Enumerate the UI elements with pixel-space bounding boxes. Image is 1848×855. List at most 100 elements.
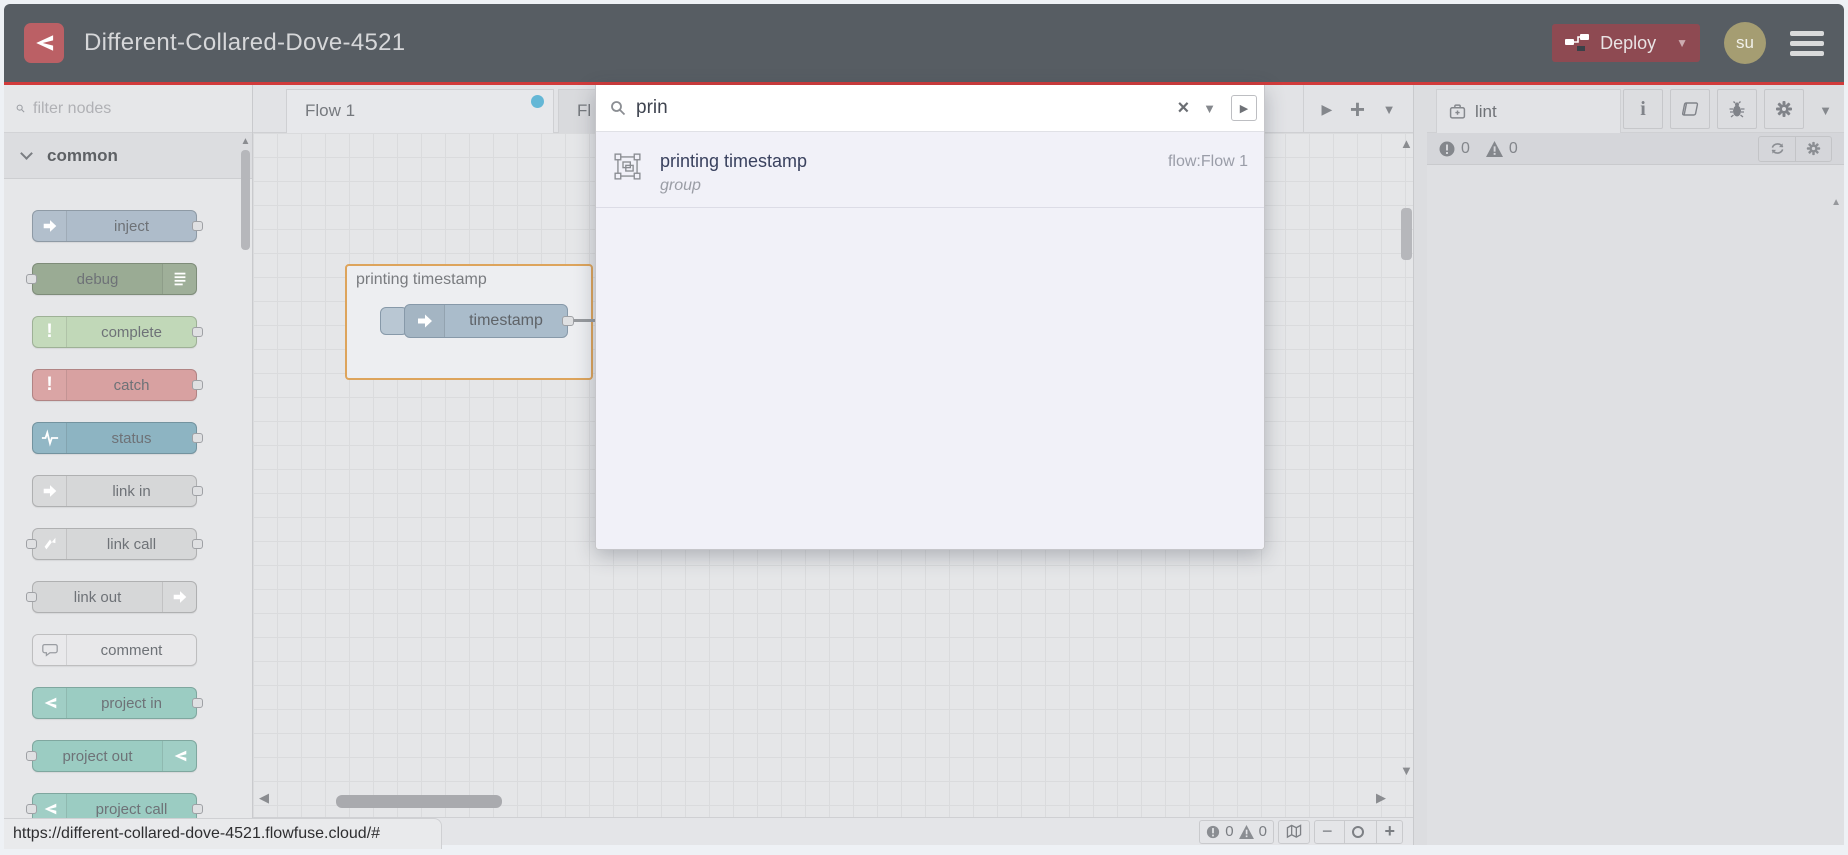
error-icon — [1207, 825, 1220, 838]
main-menu-icon[interactable] — [1790, 30, 1824, 56]
scroll-up-icon[interactable]: ▲ — [1400, 136, 1413, 151]
scrollbar-thumb[interactable] — [241, 150, 250, 250]
palette-scrollbar[interactable]: ▲ ▼ — [239, 134, 252, 845]
zoom-reset-button[interactable] — [1344, 820, 1371, 843]
warning-icon — [1238, 824, 1254, 839]
comment-bubble-icon — [33, 635, 67, 665]
user-avatar[interactable]: su — [1724, 22, 1766, 64]
search-icon — [16, 104, 25, 113]
help-button[interactable] — [1670, 89, 1710, 129]
node-port — [192, 698, 203, 708]
sidebar-tab-lint[interactable]: lint — [1436, 89, 1621, 133]
palette-filter-input[interactable] — [33, 99, 240, 118]
node-output-port[interactable] — [562, 316, 574, 326]
modified-dot — [531, 95, 544, 108]
search-dialog: × ▼ ▶ printing timestamp group flow:Flow… — [595, 85, 1265, 550]
scroll-down-icon[interactable]: ▼ — [1400, 763, 1413, 778]
gear-icon — [1776, 101, 1792, 117]
node-port — [192, 804, 203, 814]
info-icon: i — [1640, 97, 1646, 120]
tabbar-controls: ▶ + ▼ — [1303, 85, 1413, 133]
palette-node-project-out[interactable]: project out — [26, 740, 197, 772]
lint-kit-icon — [1449, 104, 1466, 119]
flowfuse-icon — [162, 741, 196, 771]
browser-status-url: https://different-collared-dove-4521.flo… — [4, 818, 442, 849]
sidebar-tabrow: lint i ▼ — [1427, 85, 1844, 133]
palette-node-link-call[interactable]: link call — [26, 528, 203, 560]
group-icon — [614, 153, 641, 185]
node-port — [192, 221, 203, 231]
zoom-in-button[interactable]: + — [1376, 820, 1402, 843]
sidebar-toolbar: i — [1623, 89, 1804, 129]
debug-list-icon — [162, 264, 196, 294]
footer-issue-counts[interactable]: 0 0 — [1199, 819, 1274, 844]
flow-list-caret-icon[interactable]: ▼ — [1383, 102, 1396, 117]
palette-node-project-in[interactable]: project in — [32, 687, 203, 719]
sidebar-caret-icon[interactable]: ▼ — [1819, 103, 1832, 118]
search-input[interactable] — [636, 97, 1168, 119]
node-port — [192, 433, 203, 443]
palette-node-link-out[interactable]: link out — [26, 581, 197, 613]
sidebar-splitter[interactable] — [1413, 85, 1427, 845]
node-port — [192, 486, 203, 496]
deploy-caret-icon[interactable]: ▼ — [1666, 36, 1688, 50]
search-input-row: × ▼ — [596, 85, 1264, 132]
palette-node-catch[interactable]: ! catch — [32, 369, 203, 401]
flowfuse-icon — [33, 688, 67, 718]
zoom-controls: − + — [1313, 819, 1403, 844]
book-icon — [1681, 101, 1699, 116]
zoom-out-button[interactable]: − — [1315, 821, 1340, 843]
refresh-button[interactable] — [1759, 137, 1795, 161]
scroll-right-icon[interactable]: ▶ — [1376, 790, 1386, 806]
map-icon — [1286, 824, 1302, 839]
palette-category-common[interactable]: common — [4, 133, 252, 179]
scroll-left-icon[interactable]: ◀ — [259, 790, 269, 806]
info-button[interactable]: i — [1623, 89, 1663, 129]
scroll-up-icon[interactable]: ▲ — [239, 136, 252, 147]
palette-node-debug[interactable]: debug — [26, 263, 197, 295]
palette-node-complete[interactable]: ! complete — [32, 316, 203, 348]
result-location: flow:Flow 1 — [1167, 153, 1248, 170]
deploy-icon — [1565, 34, 1590, 51]
status-waveform-icon — [33, 423, 67, 453]
node-port — [26, 592, 37, 602]
palette-node-comment[interactable]: comment — [32, 634, 197, 666]
group-label: printing timestamp — [356, 271, 487, 288]
palette-node-status[interactable]: status — [32, 422, 203, 454]
lint-panel-content: ▲ — [1427, 165, 1844, 845]
deploy-button[interactable]: Deploy ▼ — [1552, 24, 1700, 62]
instance-title: Different-Collared-Dove-4521 — [84, 29, 406, 56]
add-flow-button[interactable]: + — [1350, 94, 1365, 125]
lint-settings-button[interactable] — [1795, 136, 1831, 161]
node-port — [192, 380, 203, 390]
search-options-caret-icon[interactable]: ▼ — [1203, 101, 1216, 116]
scroll-tabs-right-icon[interactable]: ▶ — [1322, 101, 1333, 118]
canvas-node-timestamp[interactable]: timestamp — [404, 304, 574, 338]
node-port — [26, 539, 37, 549]
palette-node-link-in[interactable]: link in — [32, 475, 203, 507]
palette-node-inject[interactable]: inject — [32, 210, 203, 242]
node-port — [26, 804, 37, 814]
clear-search-icon[interactable]: × — [1177, 97, 1189, 120]
horizontal-scrollbar-thumb[interactable] — [336, 795, 502, 808]
minimap-toggle[interactable] — [1277, 819, 1310, 844]
scroll-up-icon[interactable]: ▲ — [1831, 197, 1841, 208]
debug-button[interactable] — [1717, 89, 1757, 129]
exclamation-icon: ! — [33, 317, 67, 347]
palette-node-list: inject debug ! complete ! catch status l… — [4, 179, 252, 825]
result-title: printing timestamp — [660, 151, 808, 171]
palette-category-label: common — [47, 145, 118, 165]
settings-button[interactable] — [1764, 89, 1804, 129]
node-palette: common inject debug ! complete ! catch — [4, 85, 253, 845]
warning-icon — [1485, 140, 1503, 157]
link-call-icon — [33, 529, 67, 559]
wire[interactable] — [574, 319, 596, 322]
error-icon — [1439, 141, 1455, 156]
search-result-item[interactable]: printing timestamp group flow:Flow 1 — [596, 141, 1264, 208]
search-next-button[interactable]: ▶ — [1231, 95, 1257, 121]
tab-flow-1[interactable]: Flow 1 — [286, 89, 554, 133]
refresh-icon — [1771, 143, 1783, 154]
vertical-scrollbar-thumb[interactable] — [1401, 208, 1412, 260]
node-port — [26, 751, 37, 761]
palette-filter[interactable] — [4, 85, 252, 133]
